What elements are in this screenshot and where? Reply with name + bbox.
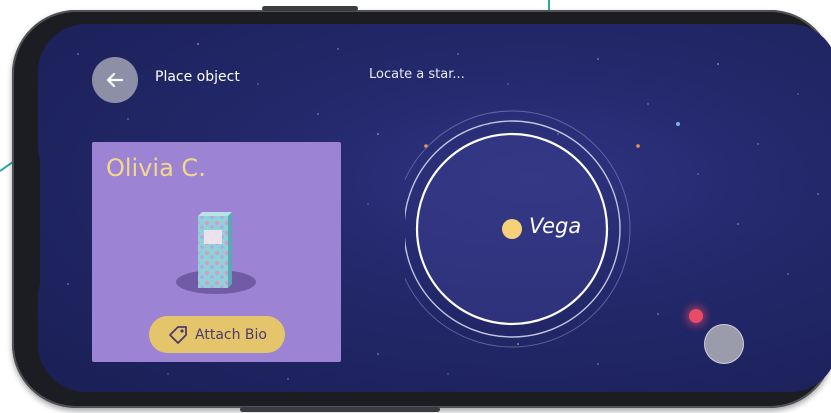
red-marker-dot <box>689 309 703 323</box>
attach-bio-button[interactable]: Attach Bio <box>149 316 285 353</box>
camera-notch <box>38 134 40 309</box>
power-button <box>240 407 440 412</box>
star-name-label: Vega <box>529 214 582 238</box>
app-screen: Place object Locate a star... Olivia C. … <box>38 24 831 392</box>
tag-icon <box>169 325 187 344</box>
volume-button <box>262 6 358 11</box>
card-owner-name: Olivia C. <box>106 154 206 182</box>
object-card[interactable]: Olivia C. Attach Bio <box>92 142 341 362</box>
page-title: Place object <box>155 69 240 85</box>
perfume-box-image <box>198 212 232 288</box>
hint-text: Locate a star... <box>369 67 465 82</box>
attach-bio-label: Attach Bio <box>195 326 267 343</box>
capture-button[interactable] <box>704 324 744 364</box>
back-button[interactable] <box>92 57 138 103</box>
arrow-left-icon <box>106 72 124 88</box>
